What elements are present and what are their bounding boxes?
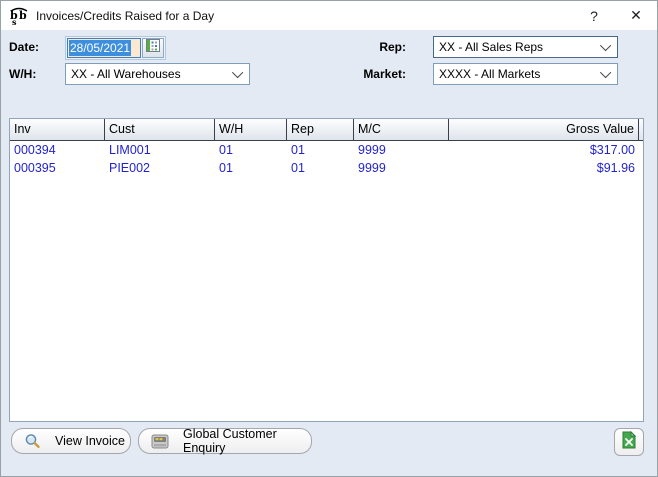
table-cell: 01 xyxy=(215,159,287,177)
warehouse-dropdown[interactable]: XX - All Warehouses xyxy=(65,63,250,85)
header-filler xyxy=(639,119,643,140)
table-cell: 000394 xyxy=(10,141,105,159)
excel-export-icon xyxy=(621,431,637,454)
market-dropdown-value: XXXX - All Markets xyxy=(439,67,603,81)
calendar-icon xyxy=(146,39,160,57)
window-title: Invoices/Credits Raised for a Day xyxy=(36,9,573,23)
date-label: Date: xyxy=(9,40,39,54)
dialog-window: b b s Invoices/Credits Raised for a Day … xyxy=(0,0,658,477)
date-field-group: 28/05/2021 xyxy=(65,36,166,60)
table-cell: 000395 xyxy=(10,159,105,177)
dialog-body: Date: 28/05/2021 xyxy=(1,30,657,476)
invoice-table-header: InvCustW/HRepM/CGross Value xyxy=(10,119,643,141)
header-cell-inv: Inv xyxy=(10,119,105,140)
export-to-excel-button[interactable] xyxy=(614,428,644,456)
header-cell-w-h: W/H xyxy=(215,119,287,140)
bbs-logo-icon: b b s xyxy=(8,6,30,26)
header-cell-m-c: M/C xyxy=(354,119,449,140)
table-cell: LIM001 xyxy=(105,141,215,159)
table-cell: 01 xyxy=(287,141,354,159)
close-button[interactable]: ✕ xyxy=(615,1,657,30)
global-customer-enquiry-button[interactable]: Global Customer Enquiry xyxy=(138,428,312,454)
table-cell: 9999 xyxy=(354,141,449,159)
table-cell: 01 xyxy=(287,159,354,177)
help-button[interactable]: ? xyxy=(573,1,615,30)
market-label: Market: xyxy=(331,67,406,81)
global-customer-enquiry-label: Global Customer Enquiry xyxy=(183,427,311,455)
view-invoice-label: View Invoice xyxy=(55,434,125,448)
table-row[interactable]: 000395PIE00201019999$91.96 xyxy=(10,159,643,177)
table-row[interactable]: 000394LIM00101019999$317.00 xyxy=(10,141,643,159)
invoice-table-body: 000394LIM00101019999$317.00000395PIE0020… xyxy=(10,141,643,177)
header-cell-cust: Cust xyxy=(105,119,215,140)
rep-dropdown-value: XX - All Sales Reps xyxy=(439,40,603,54)
market-dropdown[interactable]: XXXX - All Markets xyxy=(433,63,618,85)
invoice-table: InvCustW/HRepM/CGross Value 000394LIM001… xyxy=(9,118,644,422)
date-value-selected: 28/05/2021 xyxy=(69,40,131,56)
table-cell: $91.96 xyxy=(449,159,639,177)
warehouse-dropdown-value: XX - All Warehouses xyxy=(71,67,235,81)
svg-text:b: b xyxy=(19,9,27,22)
cash-till-icon xyxy=(151,434,169,449)
calendar-button[interactable] xyxy=(142,38,164,58)
table-cell: 01 xyxy=(215,141,287,159)
title-bar: b b s Invoices/Credits Raised for a Day … xyxy=(1,1,657,30)
date-input[interactable]: 28/05/2021 xyxy=(67,38,141,58)
header-cell-gross-value: Gross Value xyxy=(449,119,639,140)
table-cell: PIE002 xyxy=(105,159,215,177)
rep-dropdown[interactable]: XX - All Sales Reps xyxy=(433,36,618,58)
rep-label: Rep: xyxy=(331,40,406,54)
magnifier-icon xyxy=(24,433,41,450)
view-invoice-button[interactable]: View Invoice xyxy=(11,428,131,454)
table-cell: $317.00 xyxy=(449,141,639,159)
header-cell-rep: Rep xyxy=(287,119,354,140)
svg-text:s: s xyxy=(12,17,17,26)
table-cell: 9999 xyxy=(354,159,449,177)
wh-label: W/H: xyxy=(9,67,36,81)
